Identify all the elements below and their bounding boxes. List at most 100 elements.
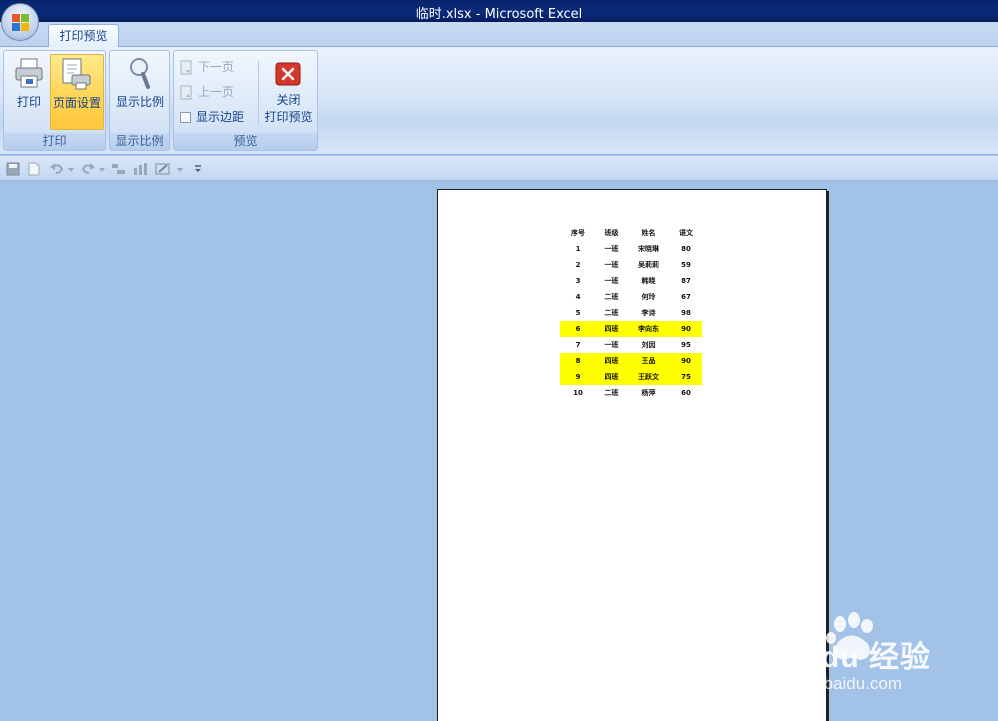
border-icon[interactable]	[155, 162, 171, 176]
table-cell: 80	[681, 245, 691, 253]
close-label-line1: 关闭	[276, 93, 301, 107]
page-setup-icon	[62, 58, 91, 90]
table-cell: 9	[560, 369, 596, 385]
table-cell: 10	[573, 389, 583, 397]
page-setup-button-label: 页面设置	[52, 96, 101, 110]
table-cell: 5	[575, 309, 581, 317]
col-header-class: 班级	[604, 229, 619, 237]
table-cell: 87	[681, 277, 691, 285]
highlighted-table-row: 6 四班 李向东 90	[560, 321, 702, 337]
customize-qat-icon[interactable]	[194, 165, 202, 173]
table-cell: 8	[560, 353, 596, 369]
office-button[interactable]	[1, 3, 39, 41]
show-margins-label: 显示边距	[196, 110, 245, 124]
print-group-label: 打印	[4, 133, 105, 150]
close-label-line2: 打印预览	[264, 110, 313, 124]
table-cell: 二班	[604, 309, 619, 317]
table-cell: 韩晓	[641, 277, 656, 285]
table-cell: 一班	[604, 341, 619, 349]
next-page-label: 下一页	[197, 60, 234, 74]
save-icon[interactable]	[6, 162, 20, 176]
table-cell: 59	[681, 261, 691, 269]
table-row: 5 二班 李诗 98	[560, 305, 702, 321]
prev-page-label: 上一页	[197, 85, 234, 99]
quick-access-toolbar	[0, 156, 998, 181]
table-cell: 王品	[627, 353, 670, 369]
show-margins-checkbox[interactable]: 显示边距	[180, 107, 260, 127]
table-cell: 2	[575, 261, 581, 269]
chart-icon[interactable]	[133, 162, 149, 176]
table-cell: 吴莉莉	[638, 261, 659, 269]
zoom-button-label: 显示比例	[115, 95, 164, 109]
table-row: 7 一班 刘因 95	[560, 337, 702, 353]
table-cell: 二班	[604, 389, 619, 397]
print-group: 打印 页面设置 打印	[3, 50, 106, 151]
printer-icon	[15, 58, 43, 88]
table-cell: 宋晓琳	[638, 245, 659, 253]
new-document-icon[interactable]	[27, 162, 41, 176]
prev-page-button[interactable]: 上一页	[180, 82, 255, 102]
table-cell: 一班	[604, 261, 619, 269]
next-page-icon	[180, 60, 192, 74]
col-header-chinese: 语文	[679, 229, 693, 237]
table-cell: 7	[575, 341, 581, 349]
table-cell: 一班	[604, 245, 619, 253]
table-cell: 90	[670, 353, 702, 369]
baidu-jingyan-watermark: Bai du 经验 jingyan.baidu.com	[762, 612, 952, 702]
table-cell: 二班	[604, 293, 619, 301]
table-cell: 李诗	[641, 309, 656, 317]
page-setup-button[interactable]: 页面设置	[50, 54, 104, 130]
table-cell: 4	[575, 293, 581, 301]
table-cell: 刘因	[641, 341, 656, 349]
table-cell: 一班	[604, 277, 619, 285]
group-divider	[258, 61, 259, 125]
undo-dropdown-icon[interactable]	[68, 168, 74, 172]
redo-dropdown-icon[interactable]	[99, 168, 105, 172]
prev-page-icon	[180, 85, 192, 99]
watermark-url: jingyan.baidu.com	[765, 674, 903, 693]
table-header-row: 序号 班级 姓名 语文	[560, 225, 702, 241]
table-cell: 67	[681, 293, 691, 301]
table-row: 3 一班 韩晓 87	[560, 273, 702, 289]
col-header-index: 序号	[571, 229, 585, 237]
print-button-label: 打印	[16, 95, 41, 109]
sheet-table: 序号 班级 姓名 语文 1 一班 宋晓琳 80 2 一班 吴莉莉 59 3 一班 韩晓 87 4二…	[560, 225, 702, 401]
table-cell: 何玲	[641, 293, 656, 301]
watermark-brand: Bai du 经验	[762, 641, 932, 674]
ribbon-tab-strip: 打印预览	[0, 22, 998, 48]
zoom-button[interactable]: 显示比例	[112, 54, 168, 130]
table-cell: 6	[560, 321, 596, 337]
preview-group: 下一页 上一页 显示边距 关闭 打印预览 预览	[173, 50, 318, 151]
table-cell: 1	[575, 245, 581, 253]
table-row: 2 一班 吴莉莉 59	[560, 257, 702, 273]
print-button[interactable]: 打印	[7, 54, 51, 130]
table-cell: 李向东	[627, 321, 670, 337]
zoom-group: 显示比例 显示比例	[109, 50, 170, 151]
tab-print-preview[interactable]: 打印预览	[48, 24, 119, 48]
zoom-group-label: 显示比例	[110, 133, 169, 150]
table-cell: 四班	[596, 353, 627, 369]
highlighted-table-row: 9 四班 王跃文 75	[560, 369, 702, 385]
sort-icon[interactable]	[111, 162, 127, 176]
redo-icon[interactable]	[80, 162, 96, 176]
col-header-name: 姓名	[641, 229, 656, 237]
table-cell: 四班	[596, 369, 627, 385]
ribbon: 打印 页面设置 打印 显示比例 显示比例 下一页 上一页 显示边距 关闭 打印预…	[0, 47, 998, 155]
title-bar: 临时.xlsx - Microsoft Excel	[0, 0, 998, 22]
table-cell: 60	[681, 389, 691, 397]
close-print-preview-button[interactable]: 关闭 打印预览	[260, 54, 317, 130]
table-cell: 75	[670, 369, 702, 385]
table-cell: 王跃文	[627, 369, 670, 385]
next-page-button[interactable]: 下一页	[180, 57, 255, 77]
magnifier-icon	[130, 58, 150, 89]
highlighted-table-row: 8 四班 王品 90	[560, 353, 702, 369]
table-cell: 90	[670, 321, 702, 337]
office-logo-icon	[12, 14, 29, 31]
checkbox-box	[180, 112, 191, 123]
table-row: 1 一班 宋晓琳 80	[560, 241, 702, 257]
undo-icon[interactable]	[49, 162, 65, 176]
table-cell: 四班	[596, 321, 627, 337]
table-row: 4 二班 何玲 67	[560, 289, 702, 305]
border-dropdown-icon[interactable]	[177, 168, 183, 172]
window-title: 临时.xlsx - Microsoft Excel	[415, 7, 583, 22]
